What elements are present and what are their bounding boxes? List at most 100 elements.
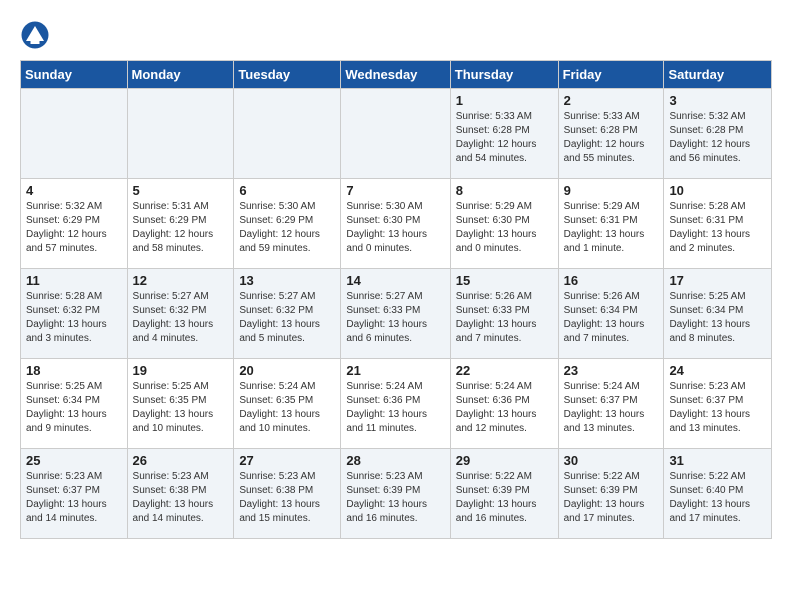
day-info: Sunrise: 5:33 AM Sunset: 6:28 PM Dayligh… [456,110,553,166]
day-info: Sunrise: 5:31 AM Sunset: 6:29 PM Dayligh… [133,200,229,256]
day-cell: 30 Sunrise: 5:22 AM Sunset: 6:39 PM Dayli… [558,449,664,539]
day-cell: 2 Sunrise: 5:33 AM Sunset: 6:28 PM Daylig… [558,89,664,179]
day-info: Sunrise: 5:26 AM Sunset: 6:33 PM Dayligh… [456,290,553,346]
day-cell: 20 Sunrise: 5:24 AM Sunset: 6:35 PM Dayli… [234,359,341,449]
day-cell: 17 Sunrise: 5:25 AM Sunset: 6:34 PM Dayli… [664,269,772,359]
day-info: Sunrise: 5:29 AM Sunset: 6:31 PM Dayligh… [564,200,659,256]
day-number: 14 [346,273,444,288]
day-number: 15 [456,273,553,288]
day-info: Sunrise: 5:27 AM Sunset: 6:33 PM Dayligh… [346,290,444,346]
day-info: Sunrise: 5:23 AM Sunset: 6:38 PM Dayligh… [239,470,335,526]
day-info: Sunrise: 5:22 AM Sunset: 6:40 PM Dayligh… [669,470,766,526]
day-number: 16 [564,273,659,288]
day-info: Sunrise: 5:32 AM Sunset: 6:29 PM Dayligh… [26,200,122,256]
day-number: 30 [564,453,659,468]
day-cell: 24 Sunrise: 5:23 AM Sunset: 6:37 PM Dayli… [664,359,772,449]
day-number: 31 [669,453,766,468]
day-info: Sunrise: 5:24 AM Sunset: 6:36 PM Dayligh… [456,380,553,436]
day-info: Sunrise: 5:24 AM Sunset: 6:37 PM Dayligh… [564,380,659,436]
day-cell: 19 Sunrise: 5:25 AM Sunset: 6:35 PM Dayli… [127,359,234,449]
day-number: 5 [133,183,229,198]
day-cell [21,89,128,179]
day-info: Sunrise: 5:24 AM Sunset: 6:36 PM Dayligh… [346,380,444,436]
day-number: 29 [456,453,553,468]
day-info: Sunrise: 5:24 AM Sunset: 6:35 PM Dayligh… [239,380,335,436]
day-cell: 12 Sunrise: 5:27 AM Sunset: 6:32 PM Dayli… [127,269,234,359]
day-number: 3 [669,93,766,108]
day-cell: 18Sunrise: 5:25 AM Sunset: 6:34 PM Dayli… [21,359,128,449]
column-header-saturday: Saturday [664,61,772,89]
day-number: 24 [669,363,766,378]
day-info: Sunrise: 5:29 AM Sunset: 6:30 PM Dayligh… [456,200,553,256]
day-info: Sunrise: 5:25 AM Sunset: 6:34 PM Dayligh… [669,290,766,346]
day-number: 12 [133,273,229,288]
day-number: 20 [239,363,335,378]
day-cell: 8 Sunrise: 5:29 AM Sunset: 6:30 PM Daylig… [450,179,558,269]
week-row-4: 18Sunrise: 5:25 AM Sunset: 6:34 PM Dayli… [21,359,772,449]
page-header [20,20,772,50]
column-header-friday: Friday [558,61,664,89]
day-info: Sunrise: 5:25 AM Sunset: 6:34 PM Dayligh… [26,380,122,436]
day-number: 2 [564,93,659,108]
day-cell [234,89,341,179]
day-cell: 16 Sunrise: 5:26 AM Sunset: 6:34 PM Dayli… [558,269,664,359]
day-number: 26 [133,453,229,468]
day-info: Sunrise: 5:30 AM Sunset: 6:29 PM Dayligh… [239,200,335,256]
day-info: Sunrise: 5:26 AM Sunset: 6:34 PM Dayligh… [564,290,659,346]
day-number: 28 [346,453,444,468]
day-cell: 4Sunrise: 5:32 AM Sunset: 6:29 PM Daylig… [21,179,128,269]
day-info: Sunrise: 5:27 AM Sunset: 6:32 PM Dayligh… [133,290,229,346]
week-row-3: 11 Sunrise: 5:28 AM Sunset: 6:32 PM Dayli… [21,269,772,359]
day-number: 1 [456,93,553,108]
day-info: Sunrise: 5:28 AM Sunset: 6:32 PM Dayligh… [26,290,122,346]
day-number: 23 [564,363,659,378]
day-cell: 11 Sunrise: 5:28 AM Sunset: 6:32 PM Dayli… [21,269,128,359]
day-info: Sunrise: 5:30 AM Sunset: 6:30 PM Dayligh… [346,200,444,256]
day-number: 13 [239,273,335,288]
day-cell [127,89,234,179]
week-row-1: 1 Sunrise: 5:33 AM Sunset: 6:28 PM Daylig… [21,89,772,179]
day-info: Sunrise: 5:27 AM Sunset: 6:32 PM Dayligh… [239,290,335,346]
day-number: 27 [239,453,335,468]
day-info: Sunrise: 5:33 AM Sunset: 6:28 PM Dayligh… [564,110,659,166]
day-cell: 9Sunrise: 5:29 AM Sunset: 6:31 PM Daylig… [558,179,664,269]
logo [20,20,54,50]
day-cell: 1 Sunrise: 5:33 AM Sunset: 6:28 PM Daylig… [450,89,558,179]
day-info: Sunrise: 5:22 AM Sunset: 6:39 PM Dayligh… [564,470,659,526]
day-cell: 25Sunrise: 5:23 AM Sunset: 6:37 PM Dayli… [21,449,128,539]
calendar-body: 1 Sunrise: 5:33 AM Sunset: 6:28 PM Daylig… [21,89,772,539]
column-header-sunday: Sunday [21,61,128,89]
day-number: 25 [26,453,122,468]
day-number: 10 [669,183,766,198]
day-cell: 3 Sunrise: 5:32 AM Sunset: 6:28 PM Daylig… [664,89,772,179]
column-header-thursday: Thursday [450,61,558,89]
week-row-2: 4Sunrise: 5:32 AM Sunset: 6:29 PM Daylig… [21,179,772,269]
day-cell: 7Sunrise: 5:30 AM Sunset: 6:30 PM Daylig… [341,179,450,269]
day-info: Sunrise: 5:23 AM Sunset: 6:39 PM Dayligh… [346,470,444,526]
day-cell: 13 Sunrise: 5:27 AM Sunset: 6:32 PM Dayli… [234,269,341,359]
day-info: Sunrise: 5:22 AM Sunset: 6:39 PM Dayligh… [456,470,553,526]
day-cell: 26Sunrise: 5:23 AM Sunset: 6:38 PM Dayli… [127,449,234,539]
day-number: 17 [669,273,766,288]
day-cell: 29 Sunrise: 5:22 AM Sunset: 6:39 PM Dayli… [450,449,558,539]
day-number: 8 [456,183,553,198]
column-header-wednesday: Wednesday [341,61,450,89]
calendar-header-row: SundayMondayTuesdayWednesdayThursdayFrid… [21,61,772,89]
day-cell: 21 Sunrise: 5:24 AM Sunset: 6:36 PM Dayli… [341,359,450,449]
column-header-tuesday: Tuesday [234,61,341,89]
day-info: Sunrise: 5:25 AM Sunset: 6:35 PM Dayligh… [133,380,229,436]
day-number: 19 [133,363,229,378]
day-number: 6 [239,183,335,198]
day-number: 11 [26,273,122,288]
day-number: 22 [456,363,553,378]
day-cell: 6 Sunrise: 5:30 AM Sunset: 6:29 PM Daylig… [234,179,341,269]
week-row-5: 25Sunrise: 5:23 AM Sunset: 6:37 PM Dayli… [21,449,772,539]
day-cell: 15 Sunrise: 5:26 AM Sunset: 6:33 PM Dayli… [450,269,558,359]
calendar-table: SundayMondayTuesdayWednesdayThursdayFrid… [20,60,772,539]
day-number: 21 [346,363,444,378]
day-cell: 14 Sunrise: 5:27 AM Sunset: 6:33 PM Dayli… [341,269,450,359]
day-cell: 5 Sunrise: 5:31 AM Sunset: 6:29 PM Daylig… [127,179,234,269]
day-info: Sunrise: 5:23 AM Sunset: 6:37 PM Dayligh… [669,380,766,436]
day-info: Sunrise: 5:32 AM Sunset: 6:28 PM Dayligh… [669,110,766,166]
day-cell [341,89,450,179]
